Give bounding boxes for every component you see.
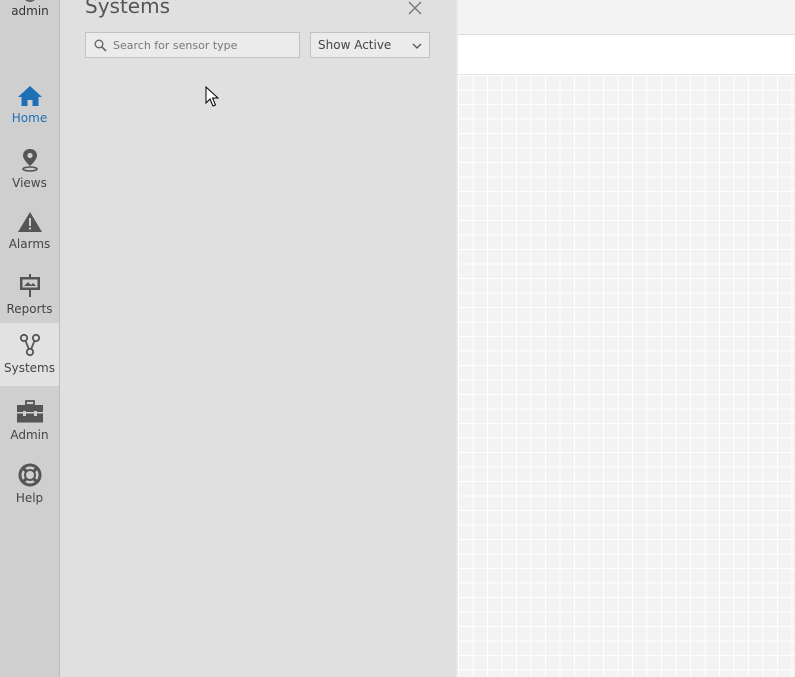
nav-label-admin: Admin — [10, 428, 49, 442]
mouse-cursor-icon — [205, 86, 219, 107]
nav-label-reports: Reports — [6, 302, 53, 316]
nav-label-views: Views — [12, 176, 47, 190]
nav-item-home[interactable]: Home — [0, 75, 59, 138]
map-subheader — [458, 35, 795, 75]
home-icon — [17, 86, 42, 106]
systems-panel: Systems Show Active — [60, 0, 456, 677]
search-icon — [94, 39, 107, 52]
nav-item-reports[interactable]: Reports — [0, 264, 59, 327]
panel-title: Systems — [85, 0, 170, 18]
sensor-search[interactable] — [85, 32, 300, 58]
user-name: admin — [11, 4, 49, 18]
status-filter-select[interactable]: Show Active — [310, 32, 430, 58]
map-area — [456, 0, 795, 677]
user-icon — [23, 0, 37, 2]
close-icon — [408, 1, 422, 15]
user-menu[interactable]: admin — [0, 0, 60, 18]
nav-label-help: Help — [15, 491, 44, 505]
systems-icon — [19, 333, 40, 357]
nav-rail: admin Home Views Alarms Reports Systems … — [0, 0, 60, 677]
search-input[interactable] — [113, 36, 293, 54]
nav-label-alarms: Alarms — [8, 237, 51, 251]
map-toolbar — [458, 0, 795, 35]
nav-item-alarms[interactable]: Alarms — [0, 201, 59, 264]
nav-item-admin[interactable]: Admin — [0, 390, 59, 453]
chevron-down-icon — [412, 43, 422, 49]
toolbox-icon — [16, 400, 43, 423]
presentation-icon — [19, 274, 40, 297]
map-pin-icon — [21, 149, 38, 172]
lifebuoy-icon — [18, 463, 41, 487]
map-grid-canvas[interactable] — [458, 75, 795, 677]
nav-label-home: Home — [11, 111, 48, 125]
nav-item-views[interactable]: Views — [0, 138, 59, 201]
nav-label-systems: Systems — [4, 361, 55, 375]
nav-item-help[interactable]: Help — [0, 453, 59, 516]
warning-icon — [17, 212, 42, 232]
status-filter-value: Show Active — [318, 38, 392, 52]
nav-item-systems[interactable]: Systems — [0, 323, 59, 386]
close-button[interactable] — [408, 0, 422, 15]
